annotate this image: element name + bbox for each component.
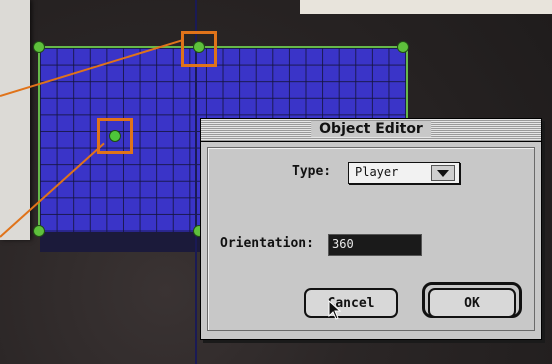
orientation-field[interactable]: 360 [328,234,422,256]
chevron-down-icon [431,165,455,181]
type-select[interactable]: Player [348,162,460,184]
side-panel [0,0,30,240]
dialog-titlebar[interactable]: Object Editor [201,119,541,142]
orientation-label: Orientation: [220,236,314,251]
vertex-handle[interactable] [397,41,409,53]
arrow-pointer-icon [328,300,342,320]
orientation-value: 360 [332,237,354,251]
grid-shadow [40,232,200,252]
dialog-title: Object Editor [311,121,431,137]
vertex-handle[interactable] [33,41,45,53]
vertex-highlight-box [181,31,217,67]
ok-button[interactable]: OK [428,288,516,318]
object-highlight-box [97,118,133,154]
cancel-button[interactable]: Cancel [304,288,398,318]
type-select-value: Player [355,165,399,179]
object-editor-dialog: Object Editor Type: Player Orientation: … [200,118,542,340]
type-label: Type: [292,164,332,179]
vertex-handle[interactable] [33,225,45,237]
dialog-body: Type: Player Orientation: 360 Cancel OK [207,147,535,331]
paper-edge [300,0,552,14]
